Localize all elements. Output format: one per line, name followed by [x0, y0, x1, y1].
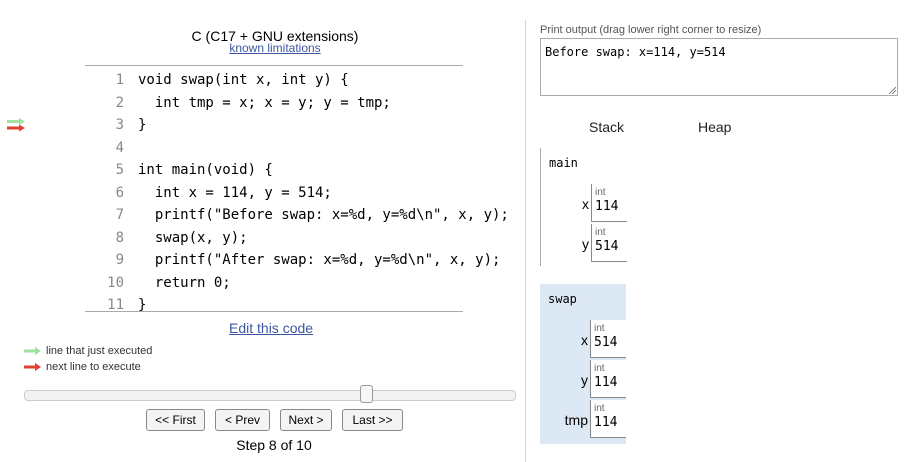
executed-arrow-icon: [24, 347, 41, 356]
step-counter: Step 8 of 10: [236, 437, 312, 453]
variable-y: y int 114: [540, 360, 626, 398]
line-number: 10: [107, 274, 124, 291]
variable-type: int: [594, 323, 605, 334]
known-limitations-link[interactable]: known limitations: [85, 41, 465, 55]
prev-button[interactable]: < Prev: [215, 409, 270, 431]
code-text: }: [138, 117, 147, 133]
line-number: 8: [115, 229, 124, 246]
code-line: 8 swap(x, y);: [80, 227, 509, 250]
stack-header: Stack: [589, 119, 625, 135]
line-number: 11: [107, 297, 124, 313]
variable-type: int: [594, 403, 605, 414]
print-output-label: Print output (drag lower right corner to…: [540, 24, 762, 36]
variable-x: x int 114: [541, 184, 627, 222]
variable-name: y: [582, 236, 589, 252]
code-line: 7 printf("Before swap: x=%d, y=%d\n", x,…: [80, 204, 509, 227]
line-arrow-icon: [7, 118, 25, 132]
code-text: int tmp = x; x = y; y = tmp;: [138, 94, 391, 111]
executed-arrow-icon: [7, 118, 25, 125]
code-line: 9 printf("After swap: x=%d, y=%d\n", x, …: [80, 249, 509, 272]
code-listing: 1 void swap(int x, int y) { 2 int tmp = x…: [80, 69, 509, 317]
code-line: 10 return 0;: [80, 272, 509, 295]
variable-type: int: [594, 363, 605, 374]
variable-box: int 114: [591, 184, 627, 222]
variable-value: 114: [595, 199, 619, 214]
variable-box: int 114: [590, 400, 626, 438]
variable-value: 114: [594, 415, 618, 430]
line-number: 9: [115, 252, 124, 268]
variable-tmp: tmp int 114: [540, 400, 626, 438]
variable-name: x: [582, 196, 589, 212]
next-button[interactable]: Next >: [280, 409, 332, 431]
next-arrow-icon: [24, 363, 41, 372]
variable-name: y: [581, 372, 588, 388]
panel-divider: [525, 20, 526, 462]
frame-name: main: [549, 156, 578, 170]
line-number: 3: [115, 117, 124, 133]
code-text: void swap(int x, int y) {: [138, 72, 349, 88]
stack-frame-main: main x int 114 y int 514: [540, 148, 627, 266]
last-button[interactable]: Last >>: [342, 409, 403, 431]
first-button[interactable]: << First: [146, 409, 205, 431]
code-line: 11}: [80, 294, 509, 317]
variable-value: 114: [594, 375, 618, 390]
legend-next-label: next line to execute: [46, 361, 141, 373]
variable-box: int 514: [591, 224, 627, 262]
code-text: int x = 114, y = 514;: [138, 184, 332, 201]
code-line: 2 int tmp = x; x = y; y = tmp;: [80, 92, 509, 115]
variable-type: int: [595, 227, 606, 238]
edit-code-link[interactable]: Edit this code: [229, 320, 313, 336]
code-line: 1 void swap(int x, int y) {: [80, 69, 509, 92]
code-line: 3}: [80, 114, 509, 137]
code-text: swap(x, y);: [138, 229, 248, 246]
line-number: 4: [115, 139, 124, 156]
variable-x: x int 514: [540, 320, 626, 358]
step-slider-handle[interactable]: [360, 385, 373, 403]
variable-value: 514: [594, 335, 618, 350]
frame-name: swap: [548, 292, 577, 306]
visualizer-panel: Print output (drag lower right corner to…: [530, 0, 911, 462]
variable-type: int: [595, 187, 606, 198]
code-text: printf("After swap: x=%d, y=%d\n", x, y)…: [138, 252, 501, 268]
resize-handle-icon[interactable]: [888, 86, 896, 94]
code-bottom-divider: [85, 311, 463, 312]
code-panel: C (C17 + GNU extensions) known limitatio…: [0, 0, 520, 462]
line-number: 6: [115, 184, 124, 201]
line-number: 5: [115, 162, 124, 178]
legend-executed-label: line that just executed: [46, 345, 153, 357]
code-text: int main(void) {: [138, 162, 273, 178]
code-line: 6 int x = 114, y = 514;: [80, 182, 509, 205]
variable-box: int 114: [590, 360, 626, 398]
legend-next: next line to execute: [24, 361, 141, 373]
variable-name: x: [581, 332, 588, 348]
variable-box: int 514: [590, 320, 626, 358]
code-line: 4: [80, 137, 509, 160]
variable-y: y int 514: [541, 224, 627, 262]
next-arrow-icon: [7, 124, 25, 132]
stack-frame-swap: swap x int 514 y int 114 tmp int 114: [540, 284, 626, 444]
legend-executed: line that just executed: [24, 345, 152, 357]
heap-header: Heap: [698, 119, 732, 135]
code-text: return 0;: [138, 274, 231, 291]
code-text: printf("Before swap: x=%d, y=%d\n", x, y…: [138, 207, 509, 223]
variable-value: 514: [595, 239, 619, 254]
print-output-box[interactable]: Before swap: x=114, y=514: [540, 38, 898, 96]
code-top-divider: [85, 65, 463, 66]
line-number: 1: [115, 72, 124, 88]
line-number: 2: [115, 94, 124, 111]
variable-name: tmp: [564, 412, 588, 428]
step-slider-track[interactable]: [24, 390, 516, 401]
line-number: 7: [115, 207, 124, 223]
code-line: 5 int main(void) {: [80, 159, 509, 182]
